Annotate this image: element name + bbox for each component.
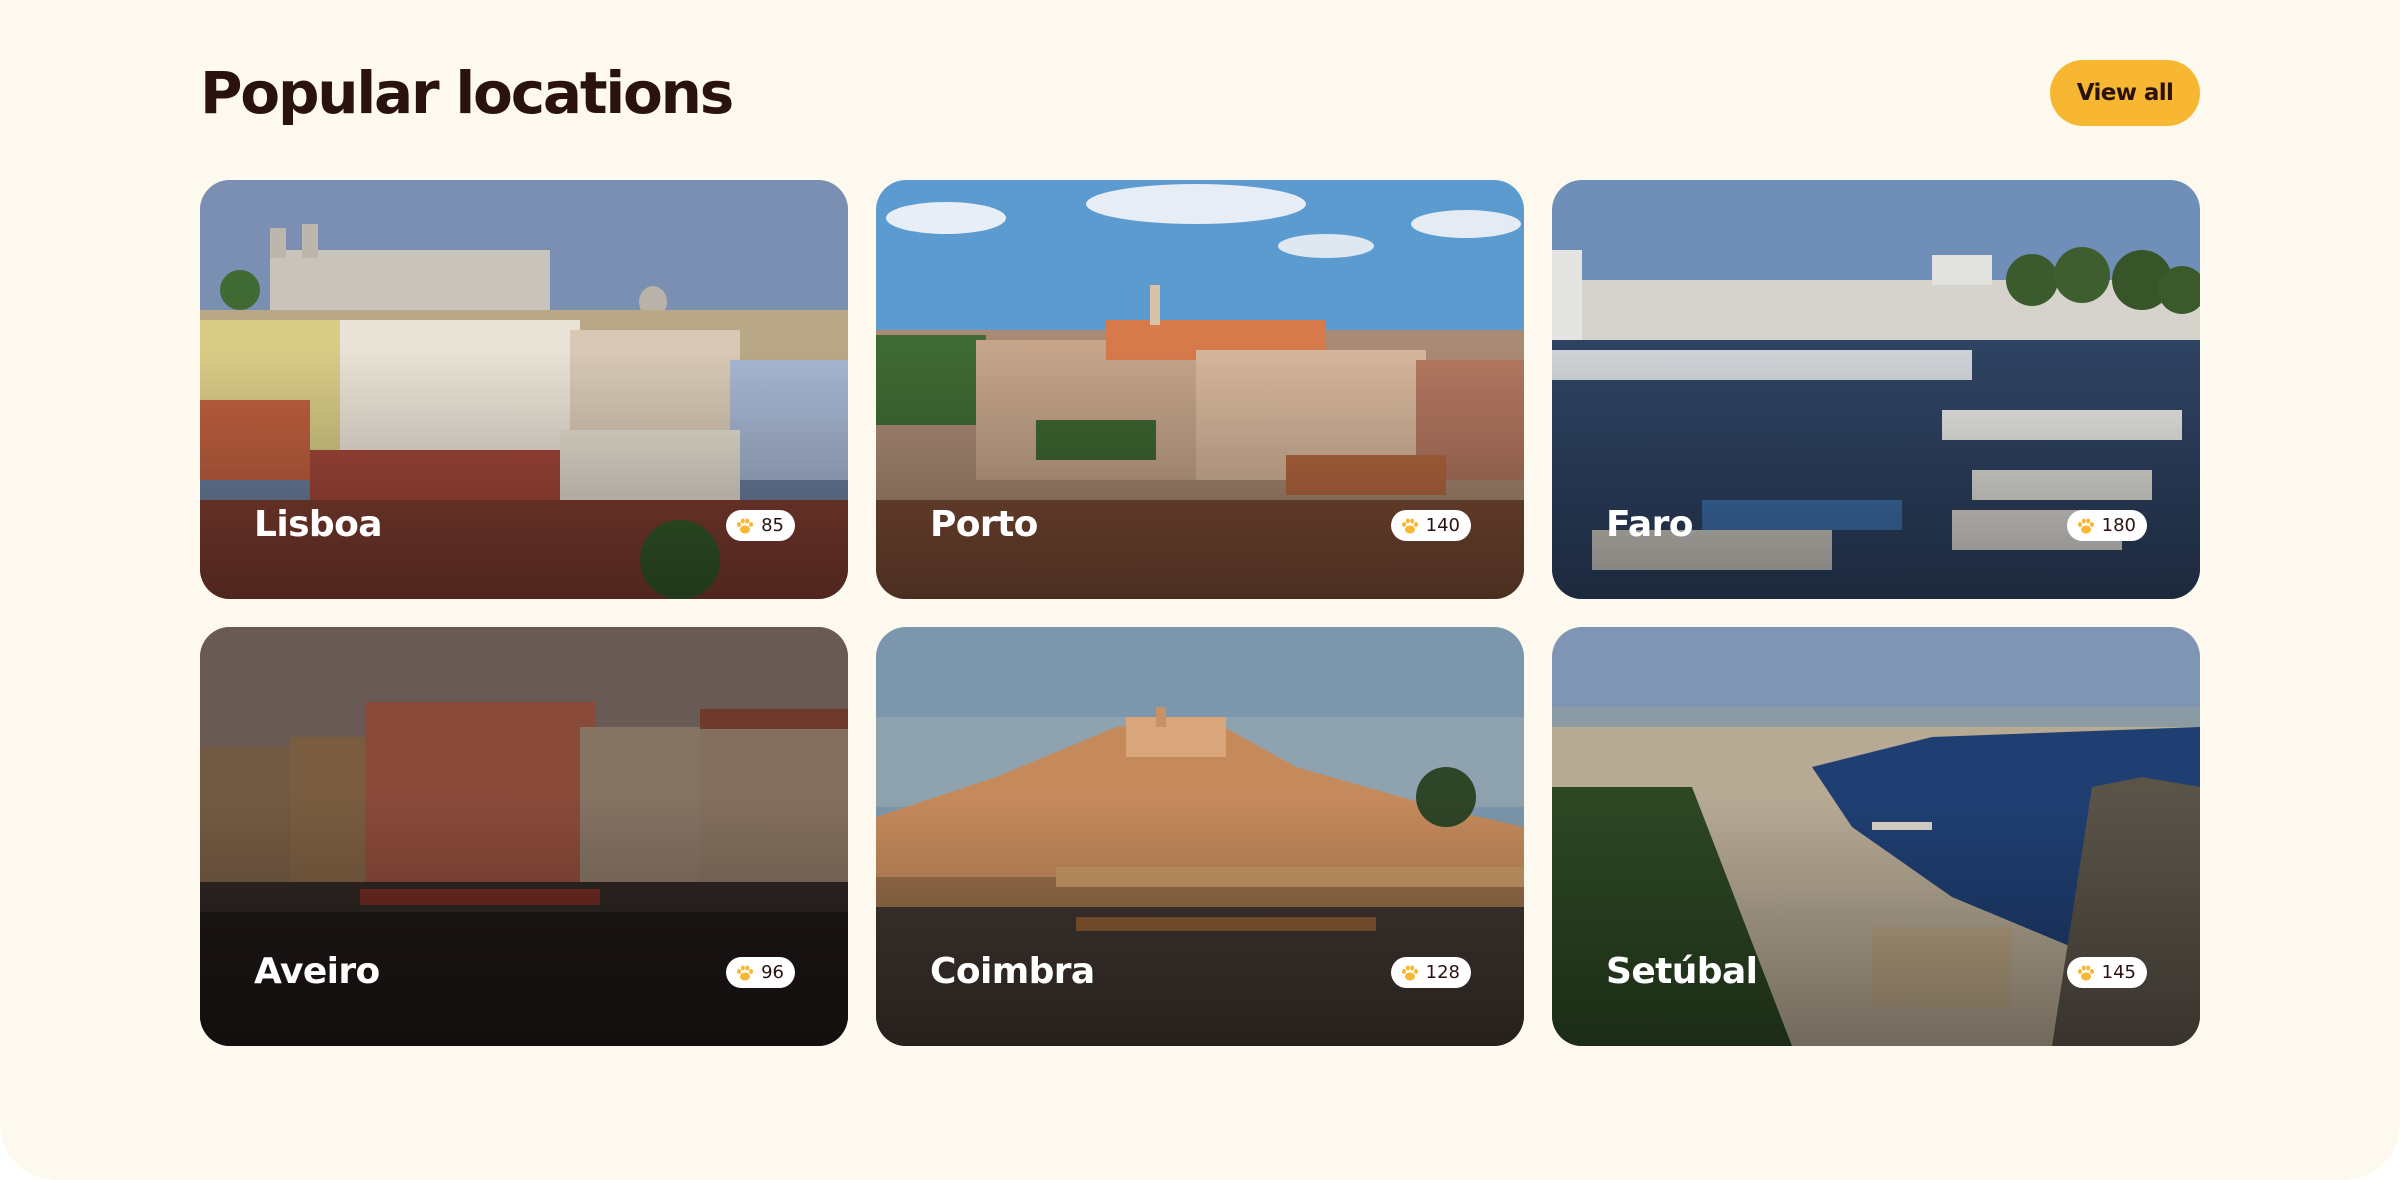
count-badge: 85 [726,510,795,541]
section-header: Popular locations View all [200,58,2200,128]
locations-grid: Lisboa 85 Porto 140 Faro 180 Aveiro 96 C… [200,180,2200,1046]
location-name: Setúbal [1606,951,1758,992]
view-all-button[interactable]: View all [2050,60,2200,126]
count-badge: 96 [726,957,795,988]
location-name: Aveiro [254,951,380,992]
location-card-coimbra[interactable]: Coimbra 128 [876,627,1524,1046]
location-count: 128 [1425,962,1460,983]
location-name: Faro [1606,504,1693,545]
paw-icon [1401,518,1418,533]
location-card-setubal[interactable]: Setúbal 145 [1552,627,2200,1046]
paw-icon [737,965,754,980]
location-count: 96 [761,962,784,983]
paw-icon [2077,518,2094,533]
location-name: Lisboa [254,504,383,545]
location-count: 85 [761,515,784,536]
count-badge: 180 [2066,510,2147,541]
count-badge: 145 [2066,957,2147,988]
popular-locations-section: Popular locations View all Lisboa 85 Por… [0,0,2400,1180]
location-name: Coimbra [930,951,1095,992]
location-card-faro[interactable]: Faro 180 [1552,180,2200,599]
count-badge: 128 [1390,957,1471,988]
section-title: Popular locations [200,59,734,127]
location-count: 145 [2101,962,2136,983]
paw-icon [2077,965,2094,980]
paw-icon [1401,965,1418,980]
count-badge: 140 [1390,510,1471,541]
location-card-porto[interactable]: Porto 140 [876,180,1524,599]
location-card-aveiro[interactable]: Aveiro 96 [200,627,848,1046]
location-card-lisboa[interactable]: Lisboa 85 [200,180,848,599]
location-count: 180 [2101,515,2136,536]
location-name: Porto [930,504,1038,545]
paw-icon [737,518,754,533]
location-count: 140 [1425,515,1460,536]
